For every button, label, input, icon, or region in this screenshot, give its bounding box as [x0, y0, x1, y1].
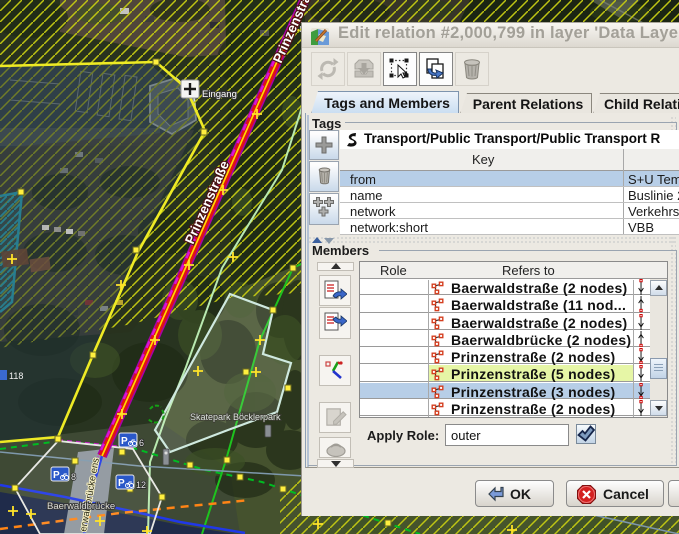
svg-text:P: P	[118, 478, 125, 489]
svg-text:Skatepark Böcklerpark: Skatepark Böcklerpark	[190, 412, 281, 422]
svg-text:8: 8	[71, 472, 76, 482]
svg-text:Baerwaldbrücke: Baerwaldbrücke	[47, 501, 115, 512]
svg-text:118: 118	[9, 371, 23, 381]
svg-text:6: 6	[139, 438, 144, 448]
svg-text:P: P	[53, 470, 60, 481]
svg-text:Eingang: Eingang	[202, 89, 237, 100]
svg-text:12: 12	[136, 480, 146, 490]
svg-text:P: P	[121, 436, 128, 447]
